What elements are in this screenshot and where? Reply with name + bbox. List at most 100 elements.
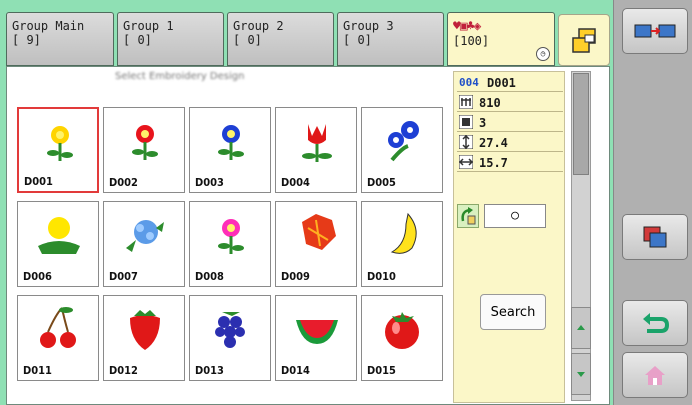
height-value: 27.4 — [479, 136, 508, 150]
height-icon — [459, 135, 473, 149]
cherry-icon — [40, 307, 76, 348]
scroll-down-button[interactable] — [571, 353, 591, 395]
design-number-icon: 004 — [459, 76, 479, 89]
flower-icon — [218, 219, 244, 254]
up-arrow-icon — [577, 325, 585, 330]
tab-group-1[interactable]: Group 1 [ 0] — [117, 12, 224, 66]
design-thumbnail[interactable]: D010 — [361, 201, 443, 287]
panel-title: Select Embroidery Design — [115, 71, 245, 82]
design-category-icons: ♥▣♣◈ — [453, 19, 481, 34]
design-code-label: D007 — [109, 270, 138, 283]
rotate-icon — [461, 207, 476, 225]
clock-icon: ◷ — [536, 47, 550, 61]
tab-count: [100] — [453, 34, 490, 48]
design-thumbnail[interactable]: D011 — [17, 295, 99, 381]
strawberry-icon — [130, 310, 160, 350]
search-button[interactable]: Search — [480, 294, 546, 330]
tab-label: Group 2 — [233, 19, 284, 33]
rotate-mirror-button[interactable] — [457, 204, 479, 228]
tab-count: [ 0] — [123, 33, 152, 47]
tab-group-2[interactable]: Group 2 [ 0] — [227, 12, 334, 66]
dandelion-icon — [38, 217, 80, 254]
design-code-label: D010 — [367, 270, 396, 283]
machine-transfer-button[interactable] — [622, 8, 688, 54]
design-thumbnail[interactable]: D004 — [275, 107, 357, 193]
design-thumbnail[interactable]: D008 — [189, 201, 271, 287]
flower-icon — [132, 125, 158, 160]
design-thumbnail[interactable]: D006 — [17, 201, 99, 287]
tab-design-library[interactable]: ♥▣♣◈ [100] ◷ — [447, 12, 555, 66]
mirror-setting-field[interactable]: ○ — [484, 204, 546, 228]
tab-label: Group 3 — [343, 19, 394, 33]
info-row-stitches: 810 — [457, 94, 563, 112]
scroll-up-button[interactable] — [571, 307, 591, 349]
design-code-label: D015 — [367, 364, 396, 377]
design-info-panel: 004 D001 810 3 27.4 15.7 ○ Search — [453, 71, 565, 403]
info-row-colors: 3 — [457, 114, 563, 132]
design-thumbnail[interactable]: D001 — [17, 107, 99, 193]
design-code-label: D013 — [195, 364, 224, 377]
design-thumbnail[interactable]: D015 — [361, 295, 443, 381]
design-code-label: D002 — [109, 176, 138, 189]
tab-count: [ 0] — [233, 33, 262, 47]
banana-icon — [390, 212, 417, 254]
tulip-icon — [302, 124, 332, 162]
layers-button[interactable] — [622, 214, 688, 260]
tab-group-main[interactable]: Group Main [ 9] — [6, 12, 114, 66]
design-code-label: D009 — [281, 270, 310, 283]
autumn-leaves-icon — [302, 214, 336, 250]
down-arrow-icon — [577, 372, 585, 377]
scrollbar-thumb[interactable] — [573, 73, 589, 175]
stitch-count-value: 810 — [479, 96, 501, 110]
design-code-label: D006 — [23, 270, 52, 283]
grapes-icon — [215, 312, 245, 348]
tab-count: [ 0] — [343, 33, 372, 47]
color-count-value: 3 — [479, 116, 487, 130]
design-code-label: D012 — [109, 364, 138, 377]
design-code-value: D001 — [487, 76, 516, 90]
design-code-label: D005 — [367, 176, 396, 189]
design-thumbnail[interactable]: D003 — [189, 107, 271, 193]
back-button[interactable] — [622, 300, 688, 346]
info-row-height: 27.4 — [457, 134, 563, 152]
layout-toggle-button[interactable] — [558, 14, 610, 66]
design-code-label: D008 — [195, 270, 224, 283]
home-icon — [645, 366, 665, 385]
info-row-width: 15.7 — [457, 154, 563, 172]
tab-group-3[interactable]: Group 3 [ 0] — [337, 12, 444, 66]
design-thumbnail[interactable]: D013 — [189, 295, 271, 381]
right-toolbar — [613, 0, 692, 405]
tab-label: Group 1 — [123, 19, 174, 33]
watermelon-icon — [296, 320, 338, 344]
home-button[interactable] — [622, 352, 688, 398]
design-selection-panel: Select Embroidery Design D001 D002 D003 D00… — [6, 66, 610, 405]
stacked-squares-icon — [572, 28, 596, 53]
flower-icon — [218, 125, 244, 160]
color-count-icon — [459, 115, 473, 129]
return-arrow-icon — [643, 313, 669, 333]
tomato-icon — [385, 312, 419, 349]
design-gallery: D001 D002 D003 D004 D005 D006 D007 D008 D009 D010… — [17, 107, 447, 397]
width-icon — [459, 155, 473, 169]
info-row-design: 004 D001 — [457, 74, 563, 92]
design-thumbnail[interactable]: D005 — [361, 107, 443, 193]
design-thumbnail[interactable]: D014 — [275, 295, 357, 381]
design-thumbnail[interactable]: D009 — [275, 201, 357, 287]
design-code-label: D003 — [195, 176, 224, 189]
design-code-label: D004 — [281, 176, 310, 189]
tab-count: [ 9] — [12, 33, 41, 47]
flower-icon — [47, 126, 73, 161]
morning-glory-icon — [388, 121, 419, 162]
design-code-label: D001 — [24, 175, 53, 188]
width-value: 15.7 — [479, 156, 508, 170]
machine-transfer-icon — [634, 24, 676, 38]
stitch-count-icon — [459, 95, 473, 109]
design-thumbnail[interactable]: D012 — [103, 295, 185, 381]
design-thumbnail[interactable]: D007 — [103, 201, 185, 287]
hydrangea-icon — [126, 220, 164, 252]
design-code-label: D014 — [281, 364, 310, 377]
design-code-label: D011 — [23, 364, 52, 377]
tab-label: Group Main — [12, 19, 85, 33]
design-thumbnail[interactable]: D002 — [103, 107, 185, 193]
layers-icon — [643, 226, 667, 248]
